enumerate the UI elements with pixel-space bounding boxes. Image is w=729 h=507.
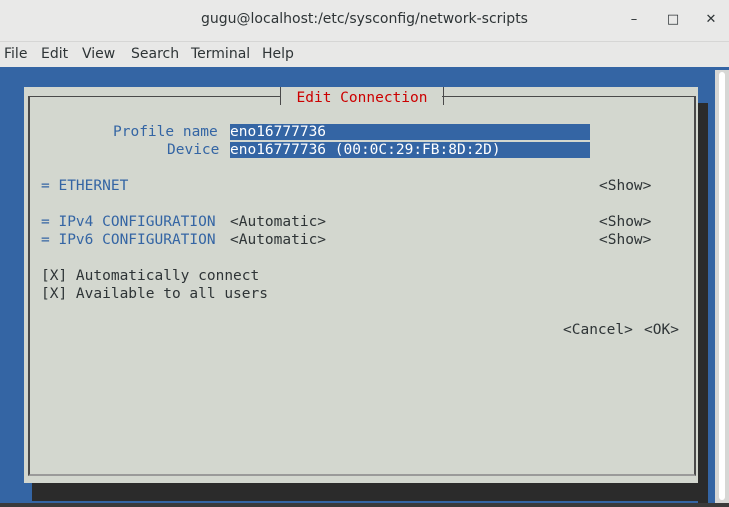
cancel-button[interactable]: <Cancel>: [563, 321, 633, 339]
vertical-scrollbar[interactable]: [715, 70, 729, 504]
auto-connect-checkbox[interactable]: [X] Automatically connect: [41, 267, 259, 285]
terminal-area[interactable]: Edit Connection Profile name eno16777736…: [0, 67, 729, 507]
terminal-bottom-edge: [0, 503, 729, 507]
profile-name-input[interactable]: eno16777736: [230, 124, 590, 140]
ipv4-show-button[interactable]: <Show>: [599, 213, 651, 231]
profile-name-value: eno16777736: [230, 124, 327, 140]
device-value: eno16777736 (00:0C:29:FB:8D:2D): [230, 142, 501, 158]
edit-connection-dialog: Edit Connection Profile name eno16777736…: [24, 87, 698, 483]
ipv4-section[interactable]: = IPv4 CONFIGURATION: [41, 213, 216, 231]
window-titlebar[interactable]: gugu@localhost:/etc/sysconfig/network-sc…: [0, 0, 729, 42]
device-label: Device: [167, 142, 220, 158]
menu-file[interactable]: File: [4, 46, 27, 62]
ethernet-show-button[interactable]: <Show>: [599, 177, 651, 195]
ethernet-section[interactable]: = ETHERNET: [41, 177, 128, 195]
all-users-checkbox[interactable]: [X] Available to all users: [41, 285, 268, 303]
menu-terminal[interactable]: Terminal: [191, 46, 250, 62]
ipv6-method-select[interactable]: <Automatic>: [230, 231, 326, 249]
dialog-title-box: Edit Connection: [280, 87, 444, 106]
dialog-frame-top-right: [442, 96, 694, 97]
ipv6-section[interactable]: = IPv6 CONFIGURATION: [41, 231, 216, 249]
menu-view[interactable]: View: [82, 46, 115, 62]
dialog-frame-top-left: [28, 96, 280, 97]
scrollbar-thumb[interactable]: [719, 72, 725, 500]
menu-search[interactable]: Search: [131, 46, 179, 62]
menu-edit[interactable]: Edit: [41, 46, 68, 62]
maximize-icon[interactable]: □: [661, 9, 685, 31]
dialog-title: Edit Connection: [296, 90, 428, 106]
minimize-icon[interactable]: –: [622, 9, 646, 31]
window-title: gugu@localhost:/etc/sysconfig/network-sc…: [201, 11, 528, 27]
dialog-shadow-right: [698, 103, 708, 507]
profile-name-label: Profile name: [113, 124, 218, 140]
device-input[interactable]: eno16777736 (00:0C:29:FB:8D:2D): [230, 142, 590, 158]
ok-button[interactable]: <OK>: [644, 321, 679, 339]
dialog-shadow-bottom: [32, 483, 708, 501]
menu-help[interactable]: Help: [262, 46, 294, 62]
close-icon[interactable]: ✕: [699, 9, 723, 31]
ipv6-show-button[interactable]: <Show>: [599, 231, 651, 249]
ipv4-method-select[interactable]: <Automatic>: [230, 213, 326, 231]
menubar: File Edit View Search Terminal Help: [0, 42, 729, 67]
